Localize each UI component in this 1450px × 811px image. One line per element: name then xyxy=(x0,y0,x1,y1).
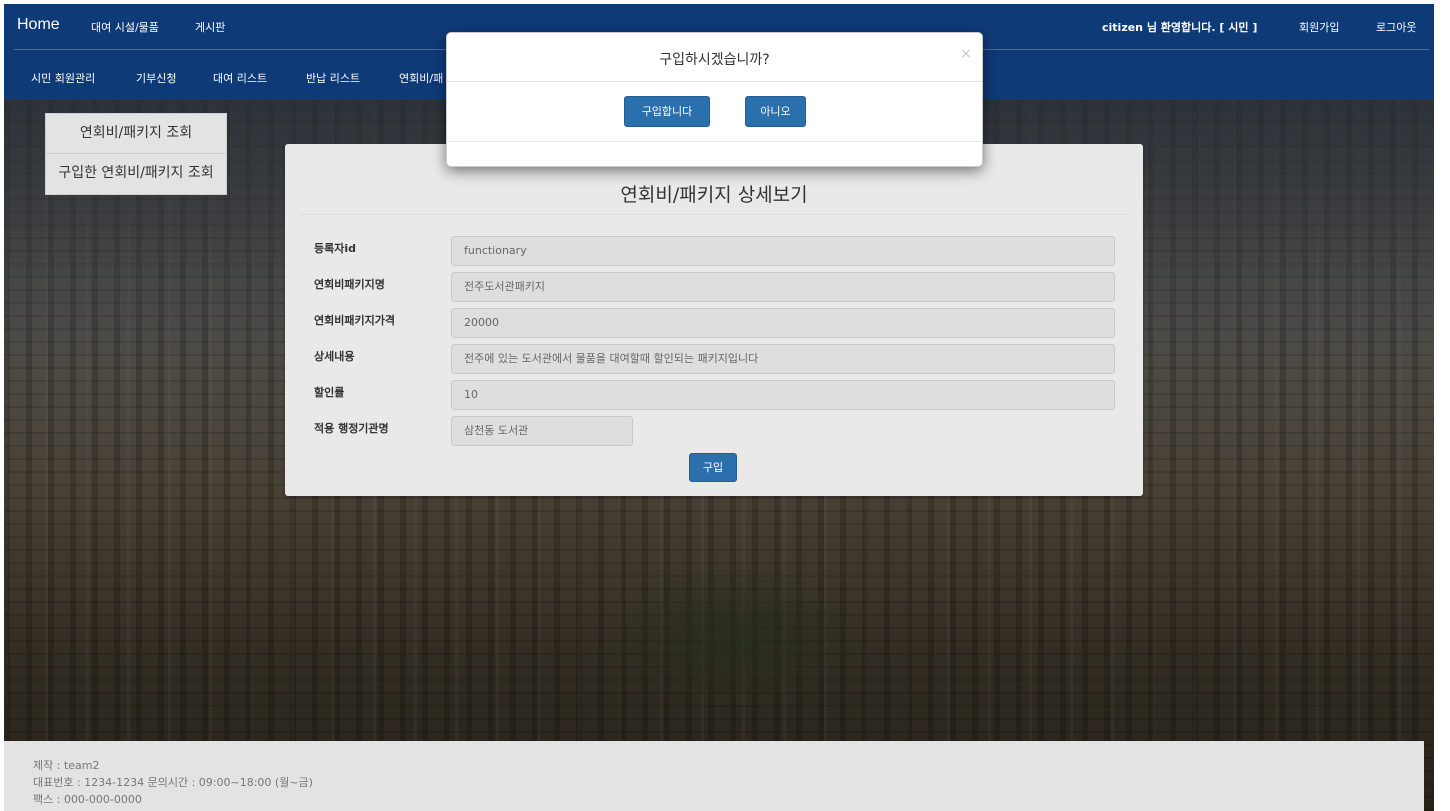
app-viewport: Home 대여 시설/물품 게시판 citizen 님 환영합니다. [ 시민 … xyxy=(4,4,1434,811)
footer-maker: 제작 : team2 xyxy=(33,759,100,772)
nav-link-annual-fee[interactable]: 연회비/패 xyxy=(399,70,443,86)
footer-fax: 팩스 : 000-000-0000 xyxy=(33,793,142,806)
side-item-purchased-packages[interactable]: 구입한 연회비/패키지 조회 xyxy=(46,154,226,194)
confirm-purchase-button[interactable]: 구입합니다 xyxy=(624,96,710,127)
nav-link-donation[interactable]: 기부신청 xyxy=(136,70,176,86)
registrant-id-field[interactable]: functionary xyxy=(451,236,1115,266)
description-field[interactable]: 전주에 있는 도서관에서 물품을 대여할때 할인되는 패키지입니다 xyxy=(451,344,1115,374)
side-menu: 연회비/패키지 조회 구입한 연회비/패키지 조회 xyxy=(45,113,227,195)
discount-rate-label: 할인률 xyxy=(314,386,345,399)
welcome-message: citizen 님 환영합니다. [ 시민 ] xyxy=(1102,21,1258,34)
side-item-package-list[interactable]: 연회비/패키지 조회 xyxy=(46,114,226,154)
nav-link-citizen-members[interactable]: 시민 회원관리 xyxy=(31,70,95,86)
logout-link[interactable]: 로그아웃 xyxy=(1376,19,1416,35)
package-detail-panel: 연회비/패키지 상세보기 등록자id functionary 연회비패키지명 전… xyxy=(285,144,1143,496)
signup-link[interactable]: 회원가입 xyxy=(1299,19,1339,35)
home-link[interactable]: Home xyxy=(17,16,60,34)
panel-title: 연회비/패키지 상세보기 xyxy=(620,184,808,206)
discount-rate-field[interactable]: 10 xyxy=(451,380,1115,410)
close-icon[interactable]: × xyxy=(959,47,973,61)
nav-link-return-list[interactable]: 반납 리스트 xyxy=(306,70,360,86)
footer-phone: 대표번호 : 1234-1234 문의시간 : 09:00~18:00 (월~금… xyxy=(33,776,313,789)
modal-body: 구입합니다 아니오 xyxy=(447,82,982,142)
agency-name-field[interactable]: 삼천동 도서관 xyxy=(451,416,633,446)
package-price-field[interactable]: 20000 xyxy=(451,308,1115,338)
purchase-confirm-modal: 구입하시겠습니까? × 구입합니다 아니오 xyxy=(446,32,983,167)
modal-header: 구입하시겠습니까? × xyxy=(447,33,982,82)
package-price-label: 연회비패키지가격 xyxy=(314,314,395,327)
agency-name-label: 적용 행정기관명 xyxy=(314,422,389,435)
nav-link-board[interactable]: 게시판 xyxy=(195,19,225,35)
buy-button[interactable]: 구입 xyxy=(689,453,737,482)
modal-title: 구입하시겠습니까? xyxy=(659,52,770,68)
panel-divider xyxy=(299,214,1129,215)
modal-footer xyxy=(447,142,982,166)
package-name-label: 연회비패키지명 xyxy=(314,278,385,291)
page-footer: 제작 : team2 대표번호 : 1234-1234 문의시간 : 09:00… xyxy=(4,741,1424,811)
registrant-id-label: 등록자id xyxy=(314,242,357,255)
nav-link-rental-facilities[interactable]: 대여 시설/물품 xyxy=(91,19,159,35)
description-label: 상세내용 xyxy=(314,350,355,363)
package-name-field[interactable]: 전주도서관패키지 xyxy=(451,272,1115,302)
nav-link-rental-list[interactable]: 대여 리스트 xyxy=(213,70,267,86)
cancel-purchase-button[interactable]: 아니오 xyxy=(745,96,806,127)
